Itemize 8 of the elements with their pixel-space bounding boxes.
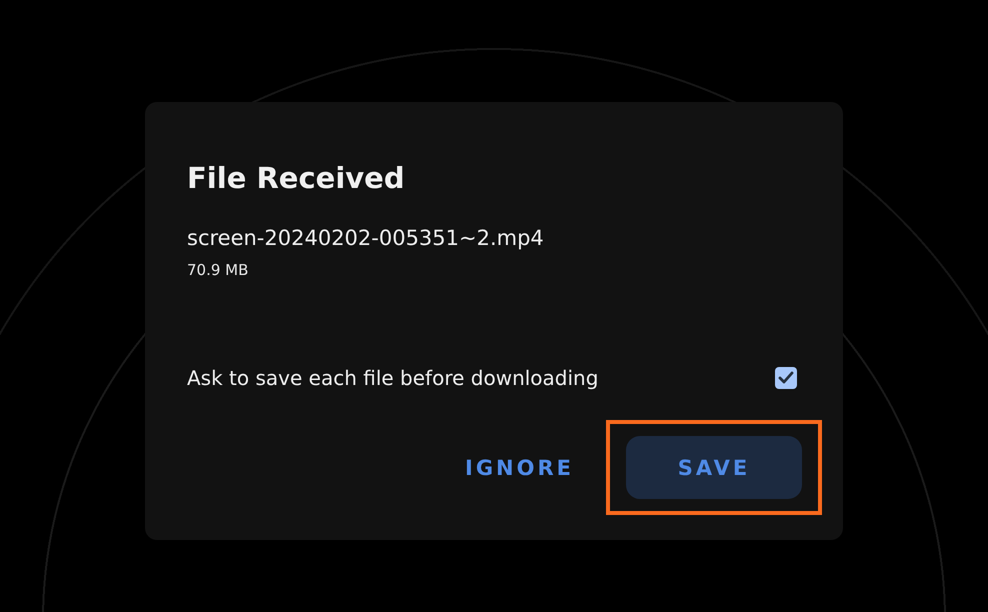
text-button[interactable]: IGNORE — [461, 436, 578, 499]
checkbox[interactable] — [775, 367, 797, 389]
option-label: Ask to save each file before downloading — [187, 366, 598, 390]
save-button[interactable]: SAVE — [626, 436, 802, 499]
file-name: screen-20240202-005351~2.mp4 — [187, 225, 545, 252]
file-size: 70.9 MB — [187, 260, 250, 280]
dialog-title: File Received — [187, 160, 406, 196]
checkmark-icon — [778, 371, 794, 385]
